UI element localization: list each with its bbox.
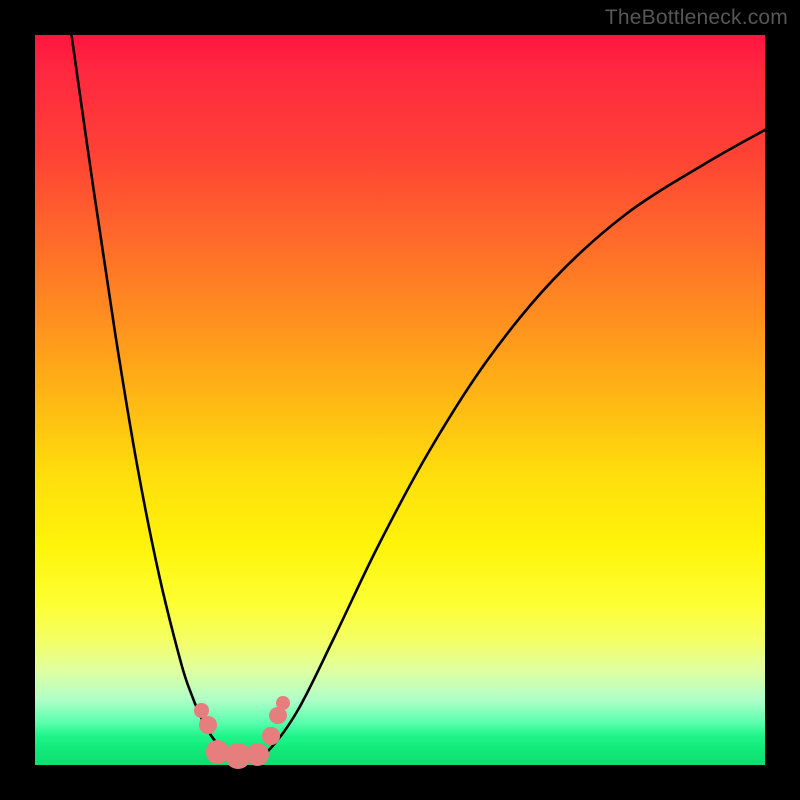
watermark-text: TheBottleneck.com	[605, 6, 788, 30]
optimal-dot	[199, 716, 217, 734]
optimal-dot	[262, 727, 280, 745]
bottleneck-curve	[35, 35, 765, 765]
curve-path	[72, 35, 766, 757]
chart-stage: TheBottleneck.com	[0, 0, 800, 800]
